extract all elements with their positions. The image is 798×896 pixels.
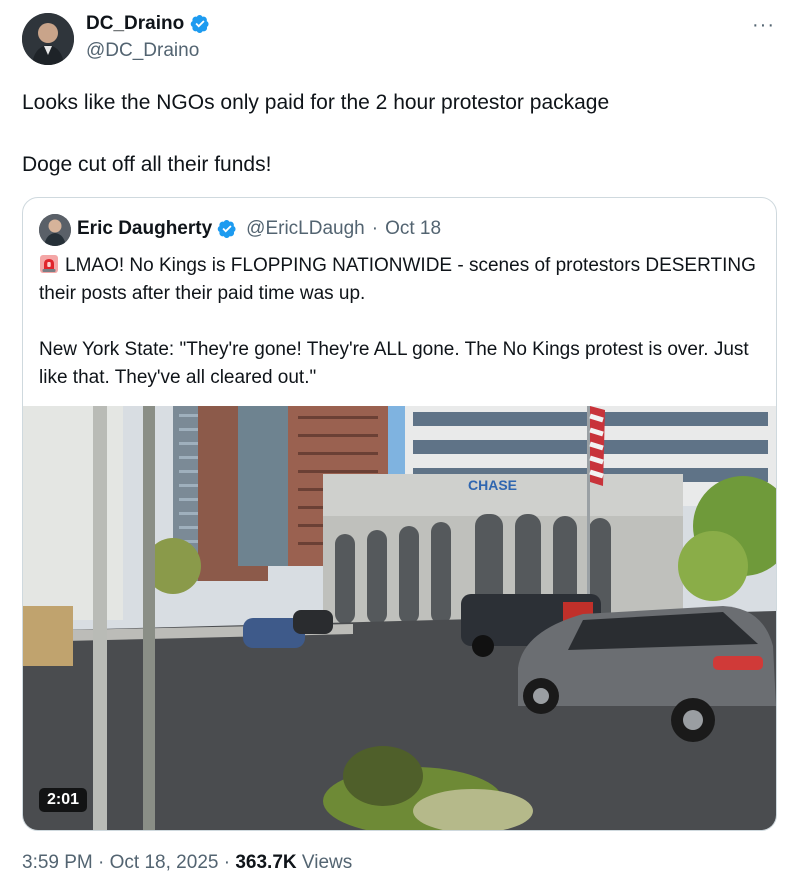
tweet-footer: 3:59 PM · Oct 18, 2025 · 363.7K Views xyxy=(22,852,352,874)
quote-date[interactable]: Oct 18 xyxy=(385,218,441,240)
quoted-tweet[interactable]: Eric Daugherty @EricLDaugh · Oct 18 LMAO… xyxy=(22,197,777,831)
more-options-icon[interactable]: ··· xyxy=(752,14,775,37)
verified-badge-icon xyxy=(217,220,236,238)
quote-paragraph-1-text: LMAO! No Kings is FLOPPING NATIONWIDE - … xyxy=(39,255,756,304)
tweet-time[interactable]: 3:59 PM xyxy=(22,852,93,873)
author-avatar[interactable] xyxy=(22,13,74,65)
quote-text: LMAO! No Kings is FLOPPING NATIONWIDE - … xyxy=(39,252,759,392)
chase-sign: CHASE xyxy=(468,477,517,493)
quote-author-handle[interactable]: @EricLDaugh xyxy=(246,218,365,240)
views-count[interactable]: 363.7K xyxy=(235,852,296,873)
quote-author-name[interactable]: Eric Daugherty xyxy=(77,218,212,240)
author-name[interactable]: DC_Draino xyxy=(86,13,184,35)
quote-separator: · xyxy=(371,218,379,239)
tweet-date[interactable]: Oct 18, 2025 xyxy=(110,852,219,873)
siren-emoji-icon xyxy=(40,255,58,273)
quote-header: Eric Daugherty @EricLDaugh · Oct 18 xyxy=(77,218,441,240)
author-handle[interactable]: @DC_Draino xyxy=(86,40,199,62)
quote-author-avatar[interactable] xyxy=(39,214,71,246)
verified-badge-icon xyxy=(190,15,209,33)
tweet-line-2: Doge cut off all their funds! xyxy=(22,153,272,176)
quote-paragraph-2: New York State: "They're gone! They're A… xyxy=(39,339,749,388)
views-label: Views xyxy=(301,852,353,873)
tweet-line-1: Looks like the NGOs only paid for the 2 … xyxy=(22,91,610,114)
quote-paragraph-1: LMAO! No Kings is FLOPPING NATIONWIDE - … xyxy=(39,252,759,308)
video-thumbnail[interactable]: CHASE 2:01 xyxy=(23,406,776,830)
tweet-text: Looks like the NGOs only paid for the 2 … xyxy=(22,88,762,180)
footer-separator: · xyxy=(98,852,105,873)
video-duration-badge: 2:01 xyxy=(39,788,88,812)
author-name-row[interactable]: DC_Draino xyxy=(86,13,210,35)
street-scene-image: CHASE xyxy=(23,406,776,830)
footer-separator: · xyxy=(223,852,231,873)
